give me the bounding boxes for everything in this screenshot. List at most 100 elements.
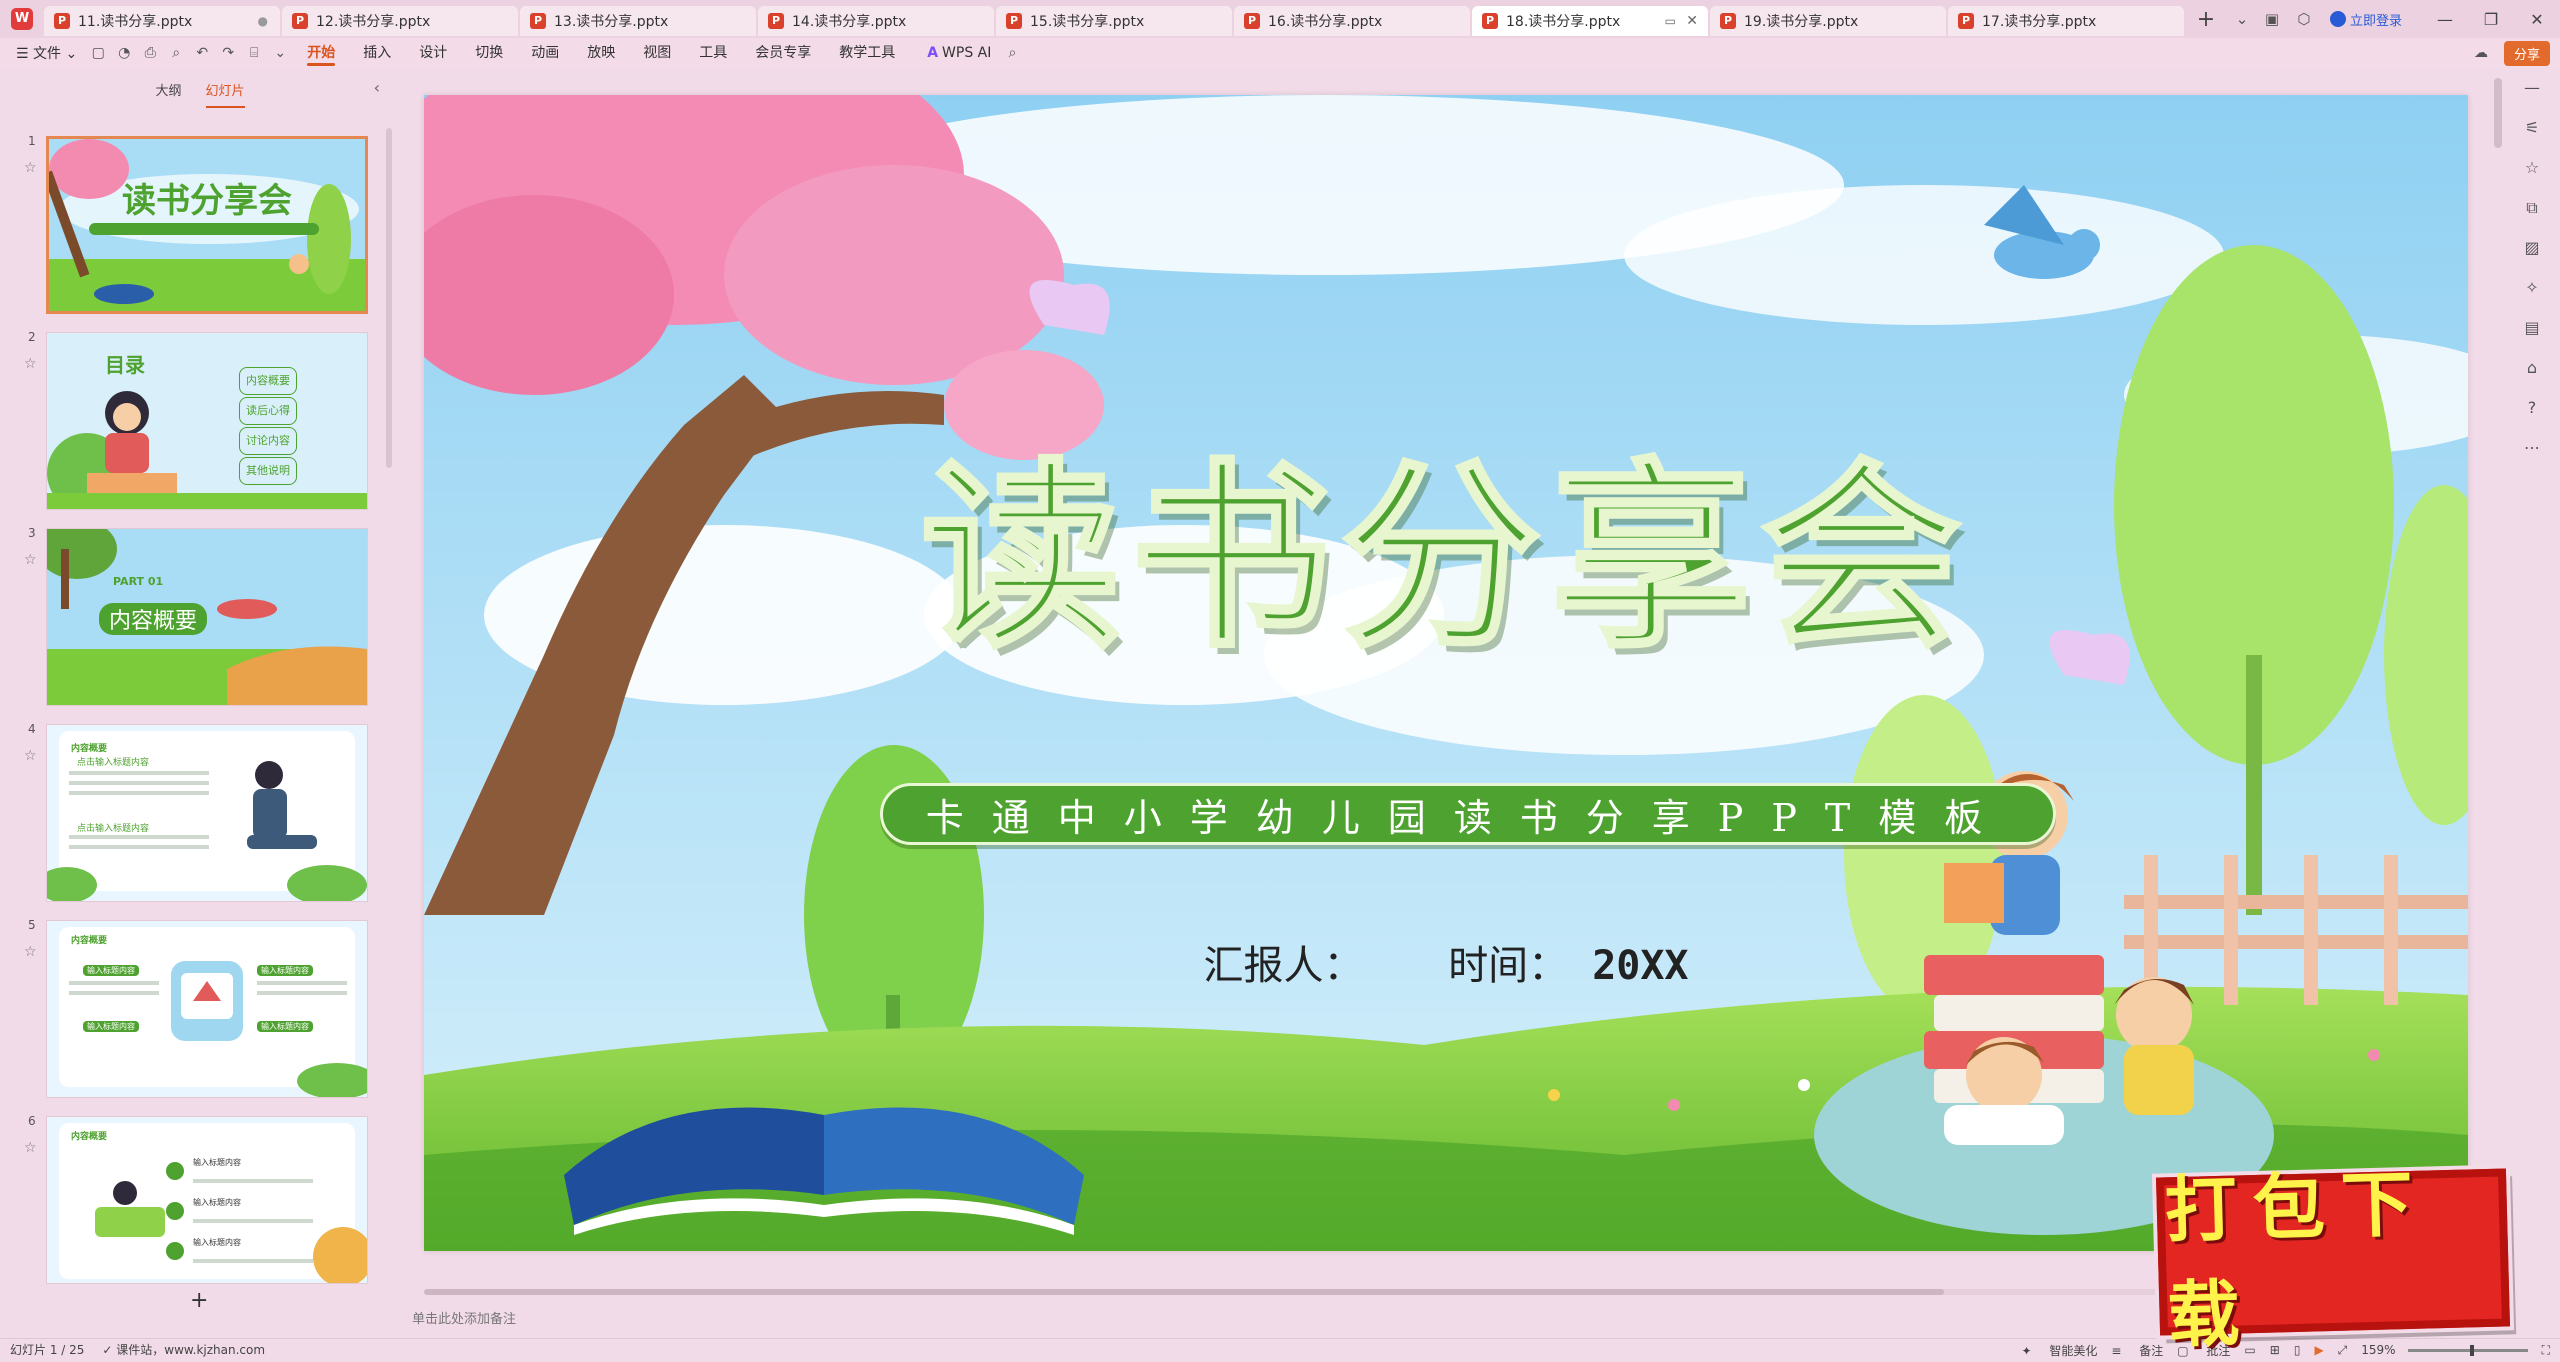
- add-slide-button[interactable]: +: [190, 1288, 208, 1313]
- cube-icon[interactable]: ⬡: [2288, 10, 2320, 28]
- slide-thumbnail-row[interactable]: 3 ☆ PART 01 内容概要: [0, 526, 400, 706]
- ribbon-tab-teaching-tools[interactable]: 教学工具: [825, 38, 909, 68]
- minimize-ribbon-icon[interactable]: —: [2504, 68, 2560, 108]
- slide-number: 4: [28, 722, 36, 736]
- slide-thumbnail-row[interactable]: 2 ☆ 目录 内容概要 读后心得 讨论内容 其他说明: [0, 330, 400, 510]
- source-text: 课件站，www.kjzhan.com: [116, 1343, 266, 1357]
- new-tab-button[interactable]: +: [2186, 7, 2226, 32]
- ribbon-tab-home[interactable]: 开始: [293, 38, 349, 68]
- slide-thumbnail-row[interactable]: 4 ☆ 内容概要 点击输入标题内容 点击输入标题内容: [0, 722, 400, 902]
- ribbon-tab-view[interactable]: 视图: [629, 38, 685, 68]
- slide-subtitle: 卡通中小学幼儿园读书分享PPT模板: [925, 795, 2011, 840]
- star-icon[interactable]: ☆: [24, 1140, 37, 1156]
- book-icon[interactable]: ▤: [2504, 308, 2560, 348]
- wps-logo-icon[interactable]: W: [0, 0, 44, 38]
- fullscreen-icon[interactable]: ⛶: [2542, 1343, 2550, 1358]
- print-preview-icon[interactable]: ⌕: [163, 45, 189, 61]
- star-icon[interactable]: ☆: [24, 356, 37, 372]
- login-button[interactable]: 立即登录: [2329, 10, 2402, 29]
- download-badge-label: 打包下载: [2163, 1160, 2430, 1358]
- slide-canvas[interactable]: 读书分享会 卡通中小学幼儿园读书分享PPT模板 汇报人： 时间： 20XX: [424, 95, 2468, 1251]
- wps-ai-button[interactable]: A WPS AI: [909, 45, 999, 61]
- doc-tab[interactable]: P 12.读书分享.pptx: [282, 6, 518, 36]
- doc-tab[interactable]: P 14.读书分享.pptx: [758, 6, 994, 36]
- ribbon-tab-transitions[interactable]: 切换: [461, 38, 517, 68]
- close-tab-icon[interactable]: ✕: [1686, 13, 1698, 29]
- slide-thumbnail[interactable]: 读书分享会: [46, 136, 368, 314]
- vertical-scrollbar[interactable]: [2494, 78, 2502, 148]
- copy-icon[interactable]: ⧉: [2504, 188, 2560, 228]
- doc-tab[interactable]: P 19.读书分享.pptx: [1710, 6, 1946, 36]
- file-menu[interactable]: ☰ 文件 ⌄: [0, 43, 85, 63]
- chevron-down-icon[interactable]: ⌄: [267, 45, 293, 61]
- restore-button[interactable]: ❐: [2468, 10, 2514, 29]
- doc-tab[interactable]: P 16.读书分享.pptx: [1234, 6, 1470, 36]
- format-painter-icon[interactable]: ⌸: [241, 45, 267, 61]
- slide-thumbnail[interactable]: 内容概要 输入标题内容 输入标题内容 输入标题内容: [46, 1116, 368, 1284]
- star-icon[interactable]: ☆: [24, 944, 37, 960]
- ribbon-tab-member[interactable]: 会员专享: [741, 38, 825, 68]
- cloud-icon[interactable]: ☁: [2468, 45, 2494, 61]
- beautify-button[interactable]: ✦ 智能美化: [2021, 1342, 2097, 1359]
- menubar-right: ☁ 分享: [2468, 38, 2550, 68]
- search-icon[interactable]: ⌕: [999, 45, 1025, 61]
- star-icon[interactable]: ☆: [24, 160, 37, 176]
- share-button[interactable]: 分享: [2503, 40, 2550, 66]
- image-icon[interactable]: ▨: [2504, 228, 2560, 268]
- open-icon[interactable]: ◔: [111, 45, 137, 61]
- ribbon-tab-design[interactable]: 设计: [405, 38, 461, 68]
- star-icon[interactable]: ☆: [2504, 148, 2560, 188]
- scrollbar-thumb[interactable]: [424, 1289, 1944, 1295]
- slide-meta[interactable]: 汇报人： 时间： 20XX: [424, 933, 2468, 991]
- ribbon-tab-tools[interactable]: 工具: [685, 38, 741, 68]
- stamp-icon[interactable]: ⌂: [2504, 348, 2560, 388]
- subtitle-banner[interactable]: 卡通中小学幼儿园读书分享PPT模板: [880, 783, 2056, 845]
- panel-tabs: 大纲 幻灯片: [0, 80, 400, 108]
- doc-tab-label: 13.读书分享.pptx: [554, 14, 669, 30]
- slide-thumbnail-row[interactable]: 1 ☆ 读书分享会: [0, 134, 400, 314]
- slide-number: 2: [28, 330, 36, 344]
- minimize-button[interactable]: —: [2422, 10, 2468, 29]
- slide-thumbnail[interactable]: PART 01 内容概要: [46, 528, 368, 706]
- beautify-label: 智能美化: [2049, 1343, 2098, 1358]
- thumbnail-item: 输入标题内容: [257, 1021, 313, 1032]
- print-icon[interactable]: ⎙: [137, 45, 163, 61]
- star-icon[interactable]: ☆: [24, 552, 37, 568]
- doc-tab[interactable]: P 15.读书分享.pptx: [996, 6, 1232, 36]
- notes-placeholder[interactable]: 单击此处添加备注: [412, 1308, 516, 1327]
- notes-button[interactable]: ≡ 备注: [2111, 1342, 2163, 1359]
- sliders-icon[interactable]: ⚟: [2504, 108, 2560, 148]
- slide-thumbnail-row[interactable]: 6 ☆ 内容概要 输入标题内容 输入标题内容 输入标题内容: [0, 1114, 400, 1294]
- slide-thumbnail-row[interactable]: 5 ☆ 内容概要 输入标题内容 输入标题内容 输入标题内容 输入标题内容: [0, 918, 400, 1098]
- tab-slides[interactable]: 幻灯片: [205, 80, 245, 108]
- download-badge[interactable]: 打包下载: [2155, 1160, 2511, 1357]
- doc-tab[interactable]: P 11.读书分享.pptx ●: [44, 6, 280, 36]
- notes-label: 备注: [2139, 1343, 2164, 1358]
- slide-thumbnail[interactable]: 内容概要 输入标题内容 输入标题内容 输入标题内容 输入标题内容: [46, 920, 368, 1098]
- magic-icon[interactable]: ✧: [2504, 268, 2560, 308]
- right-toolbar: — ⚟ ☆ ⧉ ▨ ✧ ▤ ⌂ ? ⋯: [2504, 68, 2560, 1338]
- thumbnail-item: 输入标题内容: [193, 1158, 241, 1167]
- close-window-button[interactable]: ✕: [2514, 10, 2560, 29]
- tab-outline[interactable]: 大纲: [155, 80, 181, 104]
- undo-icon[interactable]: ↶: [189, 45, 215, 61]
- ribbon-tab-slideshow[interactable]: 放映: [573, 38, 629, 68]
- thumbnail-title: 内容概要: [71, 936, 108, 946]
- collapse-panel-icon[interactable]: ‹: [374, 78, 380, 97]
- star-icon[interactable]: ☆: [24, 748, 37, 764]
- ribbon-tab-insert[interactable]: 插入: [349, 38, 405, 68]
- ribbon-tab-animation[interactable]: 动画: [517, 38, 573, 68]
- screen-icon[interactable]: ▭: [1665, 14, 1676, 28]
- new-doc-icon[interactable]: ▢: [85, 45, 111, 61]
- redo-icon[interactable]: ↷: [215, 45, 241, 61]
- doc-tab[interactable]: P 13.读书分享.pptx: [520, 6, 756, 36]
- chevron-down-icon[interactable]: ⌄: [2226, 10, 2258, 28]
- doc-tab-active[interactable]: P 18.读书分享.pptx ▭ ✕: [1472, 6, 1708, 36]
- window-layout-icon[interactable]: ▣: [2256, 10, 2288, 28]
- doc-tab[interactable]: P 17.读书分享.pptx: [1948, 6, 2184, 36]
- slide-title[interactable]: 读书分享会: [424, 395, 2468, 685]
- slide-thumbnail[interactable]: 目录 内容概要 读后心得 讨论内容 其他说明: [46, 332, 368, 510]
- slide-thumbnail[interactable]: 内容概要 点击输入标题内容 点击输入标题内容: [46, 724, 368, 902]
- more-icon[interactable]: ⋯: [2504, 428, 2560, 468]
- help-icon[interactable]: ?: [2504, 388, 2560, 428]
